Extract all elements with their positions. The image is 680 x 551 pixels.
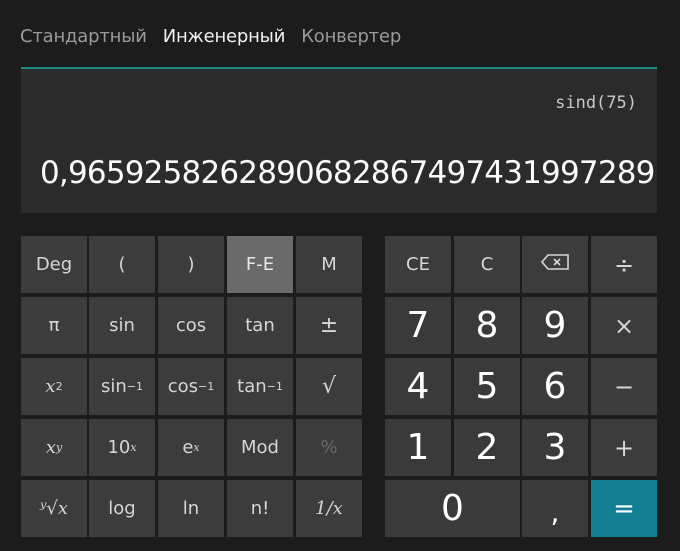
reciprocal-button[interactable]: 1/x bbox=[296, 480, 362, 537]
negate-button[interactable]: ± bbox=[296, 297, 362, 354]
square-label: x bbox=[45, 376, 56, 397]
digit-9-button[interactable]: 9 bbox=[522, 297, 588, 354]
yroot-button[interactable]: ʸ√x bbox=[21, 480, 87, 537]
mode-tabs: Стандартный Инженерный Конвертер bbox=[20, 26, 401, 47]
digit-4-button[interactable]: 4 bbox=[385, 358, 451, 415]
ln-label: ln bbox=[182, 498, 200, 519]
atan-button[interactable]: tan −1 bbox=[227, 358, 293, 415]
tab-converter[interactable]: Конвертер bbox=[301, 26, 401, 47]
factorial-label: n! bbox=[250, 498, 270, 519]
power-superscript: y bbox=[55, 441, 63, 454]
power-label: x bbox=[45, 437, 56, 458]
mod-label: Mod bbox=[241, 437, 279, 458]
result-text: 0,9659258262890682867497431997289 bbox=[40, 155, 655, 191]
digit-3-button[interactable]: 3 bbox=[522, 419, 588, 476]
digit-2-button[interactable]: 2 bbox=[454, 419, 520, 476]
tan-button[interactable]: tan bbox=[227, 297, 293, 354]
subtract-button[interactable]: − bbox=[591, 358, 657, 415]
log-label: log bbox=[108, 498, 136, 519]
pow10-button[interactable]: 10 x bbox=[89, 419, 155, 476]
digit-1-button[interactable]: 1 bbox=[385, 419, 451, 476]
memory-button[interactable]: M bbox=[296, 236, 362, 293]
sin-label: sin bbox=[109, 315, 135, 336]
decimal-button[interactable]: , bbox=[522, 480, 588, 537]
exp-label: e bbox=[182, 437, 194, 458]
atan-superscript: −1 bbox=[266, 380, 283, 393]
pow10-label: 10 bbox=[107, 437, 131, 458]
acos-superscript: −1 bbox=[198, 380, 215, 393]
open-paren-label: ( bbox=[118, 254, 126, 275]
square-superscript: 2 bbox=[55, 380, 63, 393]
exp-button[interactable]: ex bbox=[158, 419, 224, 476]
fe-label: F-E bbox=[245, 254, 275, 275]
asin-label: sin bbox=[100, 376, 127, 397]
deg-label: Deg bbox=[35, 254, 73, 275]
pow10-superscript: x bbox=[130, 441, 137, 454]
tab-scientific[interactable]: Инженерный bbox=[163, 26, 286, 47]
cos-label: cos bbox=[175, 315, 207, 336]
divide-button[interactable]: ÷ bbox=[591, 236, 657, 293]
close-paren-label: ) bbox=[187, 254, 195, 275]
sin-button[interactable]: sin bbox=[89, 297, 155, 354]
percent-button[interactable]: % bbox=[296, 419, 362, 476]
digit-7-button[interactable]: 7 bbox=[385, 297, 451, 354]
backspace-button[interactable] bbox=[522, 236, 588, 293]
square-button[interactable]: x2 bbox=[21, 358, 87, 415]
exp-superscript: x bbox=[193, 441, 200, 454]
digit-6-button[interactable]: 6 bbox=[522, 358, 588, 415]
negate-label: ± bbox=[319, 313, 339, 338]
acos-button[interactable]: cos −1 bbox=[158, 358, 224, 415]
add-button[interactable]: + bbox=[591, 419, 657, 476]
log-button[interactable]: log bbox=[89, 480, 155, 537]
cos-button[interactable]: cos bbox=[158, 297, 224, 354]
equals-button[interactable]: = bbox=[591, 480, 657, 537]
power-button[interactable]: xy bbox=[21, 419, 87, 476]
digit-8-button[interactable]: 8 bbox=[454, 297, 520, 354]
memory-label: M bbox=[321, 254, 337, 275]
backspace-icon bbox=[540, 254, 569, 275]
tab-standard[interactable]: Стандартный bbox=[20, 26, 147, 47]
yroot-label: ʸ√x bbox=[39, 498, 69, 519]
fe-button[interactable]: F-E bbox=[227, 236, 293, 293]
deg-button[interactable]: Deg bbox=[21, 236, 87, 293]
clear-button[interactable]: C bbox=[454, 236, 520, 293]
sqrt-button[interactable]: √ bbox=[296, 358, 362, 415]
multiply-button[interactable]: × bbox=[591, 297, 657, 354]
asin-superscript: −1 bbox=[126, 380, 143, 393]
expression-text: sind(75) bbox=[555, 93, 637, 113]
tan-label: tan bbox=[245, 315, 275, 336]
digit-0-button[interactable]: 0 bbox=[385, 480, 520, 537]
factorial-button[interactable]: n! bbox=[227, 480, 293, 537]
close-paren-button[interactable]: ) bbox=[158, 236, 224, 293]
open-paren-button[interactable]: ( bbox=[89, 236, 155, 293]
pi-label: π bbox=[48, 315, 60, 336]
digit-5-button[interactable]: 5 bbox=[454, 358, 520, 415]
asin-button[interactable]: sin −1 bbox=[89, 358, 155, 415]
mod-button[interactable]: Mod bbox=[227, 419, 293, 476]
clear-entry-button[interactable]: CE bbox=[385, 236, 451, 293]
acos-label: cos bbox=[167, 376, 199, 397]
percent-label: % bbox=[320, 437, 338, 458]
pi-button[interactable]: π bbox=[21, 297, 87, 354]
reciprocal-label: 1/x bbox=[315, 498, 343, 519]
atan-label: tan bbox=[237, 376, 267, 397]
ln-button[interactable]: ln bbox=[158, 480, 224, 537]
display-panel: sind(75) 0,96592582628906828674974319972… bbox=[21, 67, 657, 213]
sqrt-label: √ bbox=[321, 374, 337, 399]
